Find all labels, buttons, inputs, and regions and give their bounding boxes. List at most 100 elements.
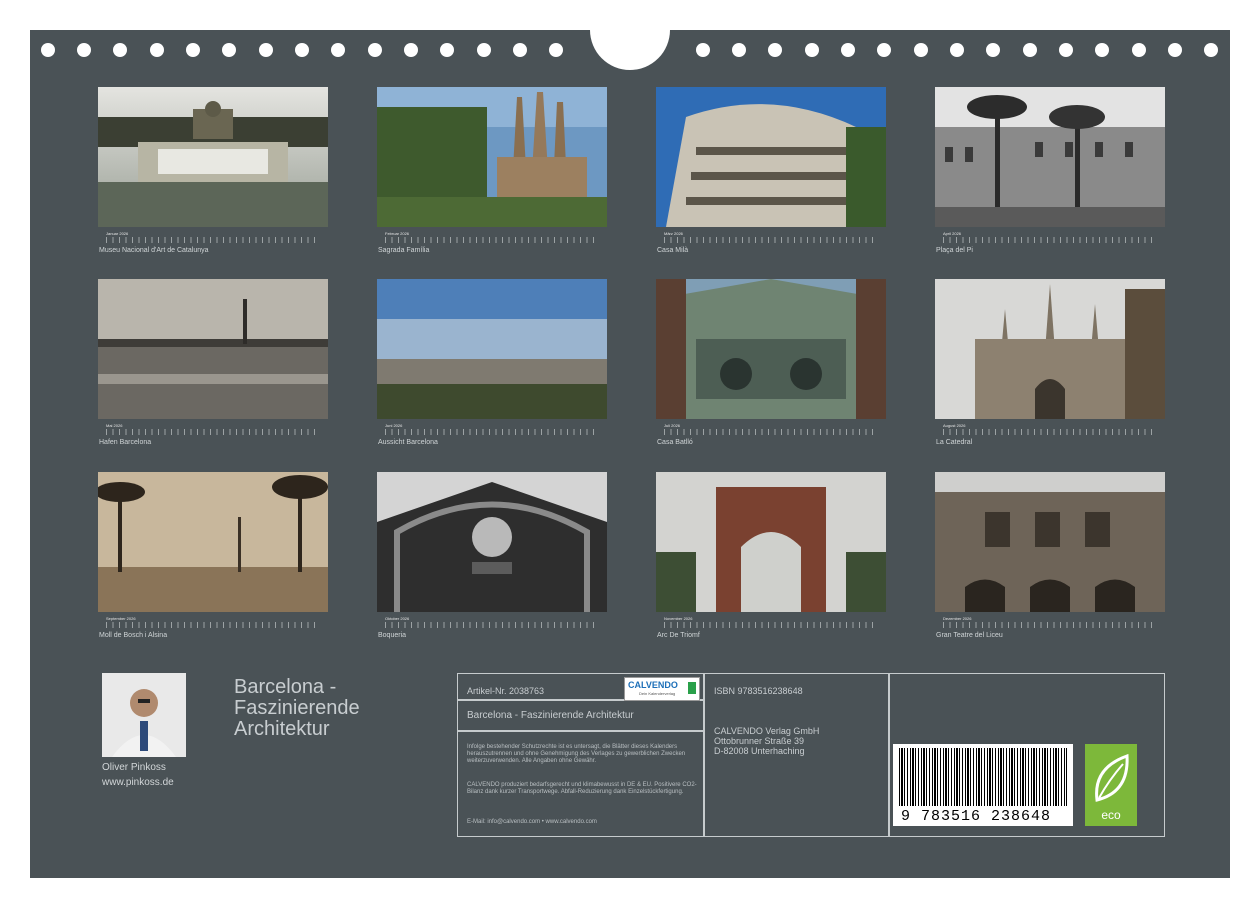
binding-hole <box>1059 43 1073 57</box>
binding-hole <box>222 43 236 57</box>
photo-caption: Arc De Triomf <box>657 632 700 639</box>
month-tile-march: März 2026 Casa Milà <box>656 87 886 254</box>
binding-hole <box>295 43 309 57</box>
binding-hole <box>841 43 855 57</box>
binding-hole <box>1023 43 1037 57</box>
hanger-notch <box>590 0 670 70</box>
binding-hole <box>259 43 273 57</box>
binding-hole <box>877 43 891 57</box>
title-line-1: Barcelona - <box>234 676 337 698</box>
binding-hole <box>1204 43 1218 57</box>
month-tile-december: Dezember 2026 Gran Teatre del Liceu <box>935 472 1165 639</box>
eco-badge: eco <box>1085 744 1137 826</box>
eco-label: eco <box>1101 808 1121 822</box>
month-name: Dezember 2026 <box>943 616 972 621</box>
photo-sagrada-familia <box>377 87 607 227</box>
month-tile-july: Juli 2026 Casa Batlló <box>656 279 886 446</box>
author-photo <box>102 673 186 757</box>
calendar-title: Barcelona - Faszinierende Architektur <box>234 677 434 740</box>
calendar-days <box>664 237 874 243</box>
calvendo-logo: CALVENDO Dein Kalenderverlag <box>624 677 700 701</box>
binding-hole <box>186 43 200 57</box>
photo-caption: Museu Nacional d'Art de Catalunya <box>99 247 209 254</box>
month-tile-june: Juni 2026 Aussicht Barcelona <box>377 279 607 446</box>
product-title: Barcelona - Faszinierende Architektur <box>467 710 634 721</box>
month-tile-october: Oktober 2026 Boqueria <box>377 472 607 639</box>
article-number: Artikel-Nr. 2038763 <box>467 686 545 696</box>
barcode-bars <box>899 748 1067 806</box>
photo-moll-de-bosch <box>98 472 328 612</box>
photo-arc-de-triomf <box>656 472 886 612</box>
title-line-3: Architektur <box>234 718 330 740</box>
binding-hole <box>950 43 964 57</box>
month-name: November 2026 <box>664 616 693 621</box>
calendar-days <box>943 429 1153 435</box>
month-tile-august: August 2026 La Catedral <box>935 279 1165 446</box>
publisher-city: D-82008 Unterhaching <box>714 746 805 756</box>
month-tile-september: September 2026 Moll de Bosch i Alsina <box>98 472 328 639</box>
binding-hole <box>440 43 454 57</box>
binding-hole <box>1168 43 1182 57</box>
eco-notice: CALVENDO produziert bedarfsgerecht und k… <box>467 782 697 795</box>
divider <box>703 674 705 836</box>
month-name: März 2026 <box>664 231 683 236</box>
publisher-address: CALVENDO Verlag GmbH Ottobrunner Straße … <box>714 726 819 756</box>
binding-hole <box>331 43 345 57</box>
publisher-street: Ottobrunner Straße 39 <box>714 736 805 746</box>
photo-caption: Gran Teatre del Liceu <box>936 632 1003 639</box>
photo-museu-nacional <box>98 87 328 227</box>
calvendo-logo-text: CALVENDO <box>628 680 678 690</box>
photo-caption: Casa Batlló <box>657 439 693 446</box>
binding-hole <box>732 43 746 57</box>
month-tile-january: Januar 2026 Museu Nacional d'Art de Cata… <box>98 87 328 254</box>
calendar-days <box>664 429 874 435</box>
divider <box>458 730 703 732</box>
calendar-days <box>385 237 595 243</box>
photo-caption: Moll de Bosch i Alsina <box>99 632 168 639</box>
binding-holes <box>0 0 1260 70</box>
photo-caption: Hafen Barcelona <box>99 439 152 446</box>
calendar-days <box>943 622 1153 628</box>
calvendo-logo-sub: Dein Kalenderverlag <box>639 691 676 696</box>
month-tile-february: Februar 2026 Sagrada Família <box>377 87 607 254</box>
month-tile-november: November 2026 Arc De Triomf <box>656 472 886 639</box>
binding-hole <box>914 43 928 57</box>
photo-casa-batllo <box>656 279 886 419</box>
month-name: Juli 2026 <box>664 423 681 428</box>
author-name: Oliver Pinkoss <box>102 762 166 773</box>
photo-caption: La Catedral <box>936 439 973 446</box>
binding-hole <box>77 43 91 57</box>
isbn-barcode: 9 783516 238648 <box>893 744 1073 826</box>
photo-gran-teatre <box>935 472 1165 612</box>
contact-email: E-Mail: info@calvendo.com • www.calvendo… <box>467 819 597 825</box>
binding-hole <box>41 43 55 57</box>
binding-hole <box>113 43 127 57</box>
photo-casa-mila <box>656 87 886 227</box>
photo-la-catedral <box>935 279 1165 419</box>
binding-hole <box>368 43 382 57</box>
binding-hole <box>696 43 710 57</box>
binding-hole <box>805 43 819 57</box>
title-line-2: Faszinierende <box>234 697 360 719</box>
photo-aussicht <box>377 279 607 419</box>
calendar-days <box>385 622 595 628</box>
leaf-icon <box>1095 753 1129 802</box>
binding-hole <box>768 43 782 57</box>
binding-hole <box>986 43 1000 57</box>
binding-hole <box>549 43 563 57</box>
author-website[interactable]: www.pinkoss.de <box>102 777 174 788</box>
month-tile-may: Mai 2026 Hafen Barcelona <box>98 279 328 446</box>
photo-caption: Sagrada Família <box>378 247 430 254</box>
month-name: August 2026 <box>943 423 966 428</box>
isbn: ISBN 9783516238648 <box>714 686 803 696</box>
calendar-days <box>106 237 316 243</box>
month-name: April 2026 <box>943 231 962 236</box>
month-name: Oktober 2026 <box>385 616 410 621</box>
photo-placa-del-pi <box>935 87 1165 227</box>
binding-hole <box>513 43 527 57</box>
calendar-days <box>385 429 595 435</box>
barcode-digits: 9 783516 238648 <box>901 808 1052 825</box>
photo-boqueria <box>377 472 607 612</box>
binding-hole <box>404 43 418 57</box>
month-tile-april: April 2026 Plaça del Pi <box>935 87 1165 254</box>
